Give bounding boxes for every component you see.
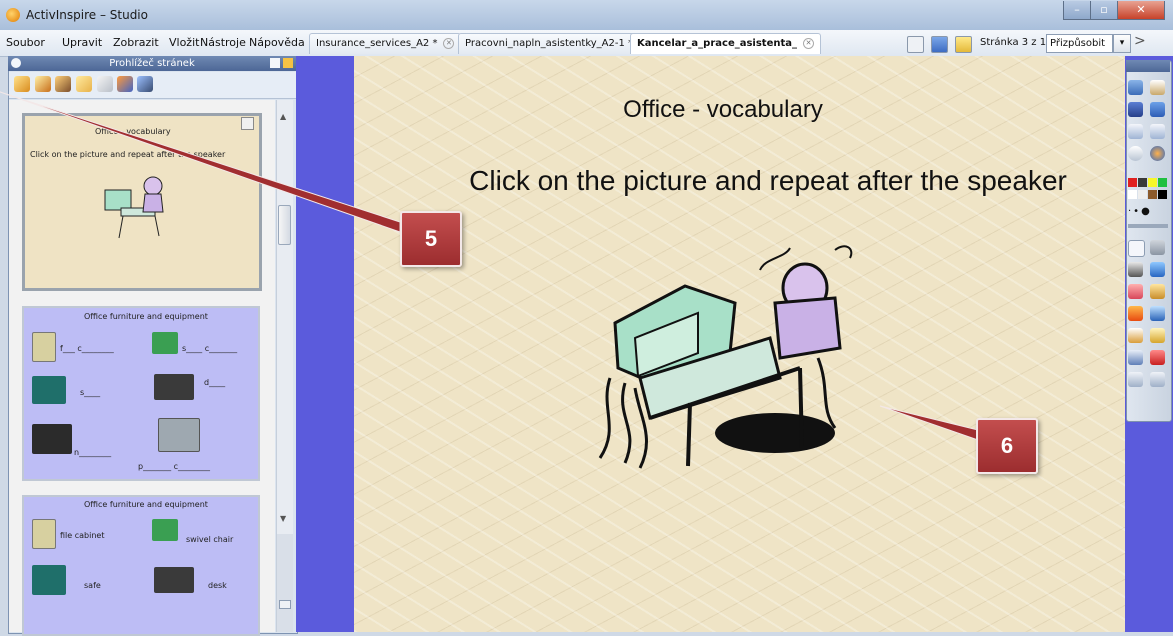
- shape-icon[interactable]: [1128, 306, 1143, 321]
- eraser-icon[interactable]: [1128, 284, 1143, 299]
- redo-icon[interactable]: [1150, 372, 1165, 387]
- reset-icon[interactable]: [1150, 350, 1165, 365]
- previous-page-icon[interactable]: [1128, 124, 1143, 139]
- connector-icon[interactable]: [1150, 306, 1165, 321]
- color-green[interactable]: [1158, 178, 1167, 187]
- magic-ink-icon[interactable]: [1150, 328, 1165, 343]
- select-icon[interactable]: [1128, 240, 1145, 257]
- color-white[interactable]: [1128, 190, 1137, 199]
- callout-pointers: [0, 91, 979, 441]
- highlighter-icon[interactable]: [1150, 262, 1165, 277]
- text-icon[interactable]: [1128, 328, 1143, 343]
- color-red[interactable]: [1128, 178, 1137, 187]
- pen-icon[interactable]: [1128, 262, 1143, 277]
- color-light-grey[interactable]: [1138, 190, 1147, 199]
- toolbox-header: [1126, 60, 1170, 72]
- pen-mode-icon[interactable]: [1150, 146, 1165, 161]
- color-dark-grey[interactable]: [1138, 178, 1147, 187]
- callout-6: 6: [976, 418, 1038, 474]
- fill-icon[interactable]: [1150, 284, 1165, 299]
- reset-page-icon[interactable]: [1128, 102, 1143, 117]
- clear-icon[interactable]: [1128, 350, 1143, 365]
- edit-profiles-icon[interactable]: [1150, 102, 1165, 117]
- color-black[interactable]: [1158, 190, 1167, 199]
- tools-icon[interactable]: [1150, 240, 1165, 255]
- page-browser-tool-icon[interactable]: [1150, 80, 1165, 95]
- pen-width-dots[interactable]: ·•●: [1128, 206, 1152, 217]
- play-icon[interactable]: [1128, 146, 1143, 161]
- width-slider[interactable]: [1128, 224, 1168, 228]
- color-brown[interactable]: [1148, 190, 1157, 199]
- color-yellow[interactable]: [1148, 178, 1157, 187]
- next-page-icon[interactable]: [1150, 124, 1165, 139]
- undo-icon[interactable]: [1128, 372, 1143, 387]
- callout-5: 5: [400, 211, 462, 267]
- main-menu-icon[interactable]: [1128, 80, 1143, 95]
